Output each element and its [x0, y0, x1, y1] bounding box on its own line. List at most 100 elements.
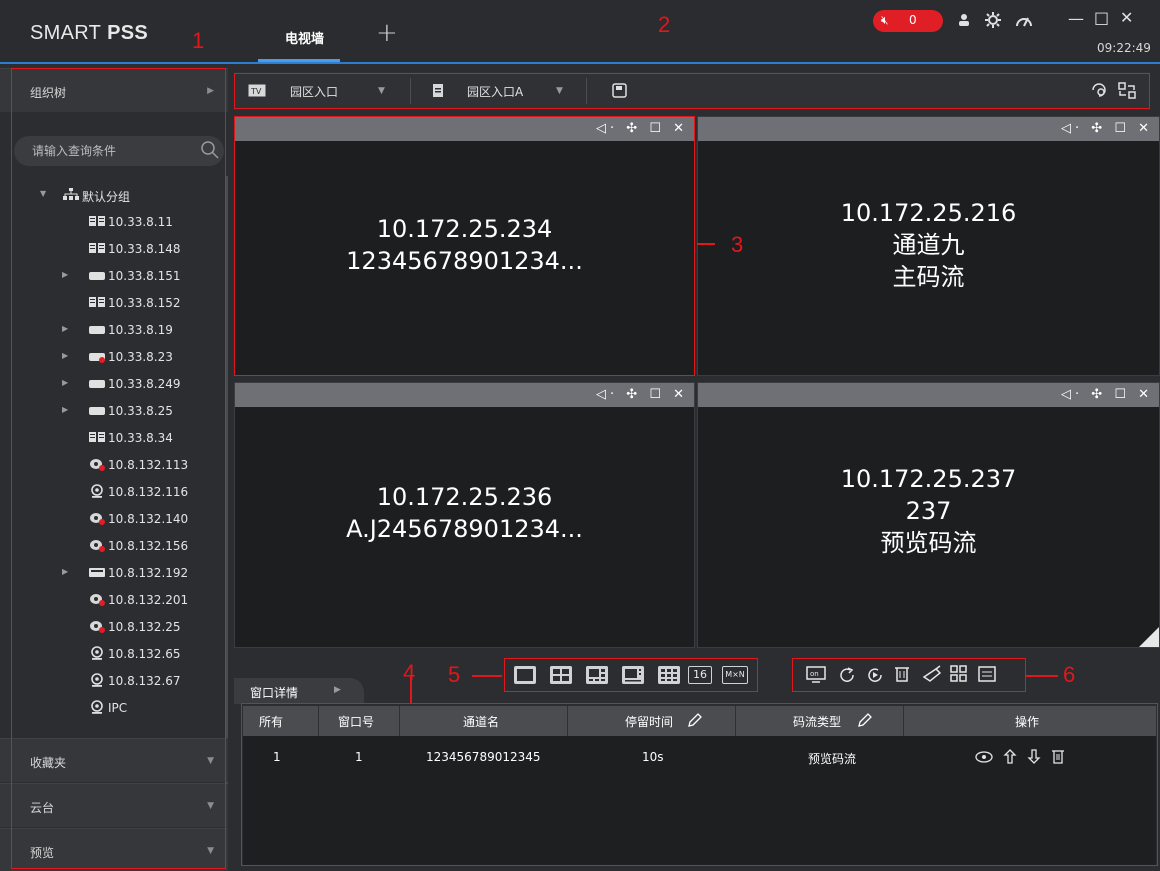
tree-device-item[interactable]: 10.33.8.148 — [0, 236, 228, 263]
tree-device-item[interactable]: ▶ 10.33.8.25 — [0, 398, 228, 425]
alarm-count: 0 — [909, 13, 917, 27]
layout-custom-button[interactable]: M×N — [722, 666, 748, 684]
save-icon[interactable] — [612, 83, 627, 98]
video-controls[interactable]: ◁· ✣ ☐ ✕ — [596, 121, 688, 136]
video-controls[interactable]: ◁· ✣ ☐ ✕ — [596, 387, 688, 402]
tree-device-item[interactable]: 10.8.132.116 — [0, 479, 228, 506]
chevron-right-icon[interactable]: ▶ — [62, 270, 68, 279]
col-dwell[interactable]: 停留时间 — [625, 713, 673, 730]
tree-device-item[interactable]: ▶ 10.33.8.249 — [0, 371, 228, 398]
ptz-header[interactable]: 云台 ▼ — [0, 783, 228, 827]
chevron-right-icon[interactable]: ▶ — [62, 324, 68, 333]
video-window-header: ◁· ✣ ☐ ✕ — [698, 117, 1159, 141]
chevron-right-icon[interactable]: ▶ — [62, 378, 68, 387]
org-tree-label: 组织树 — [30, 86, 67, 100]
wall-select[interactable]: 园区入口 — [290, 83, 338, 100]
plan-dropdown-icon[interactable]: ▼ — [556, 86, 563, 96]
tree-group-default[interactable]: ▼ 默认分组 — [0, 182, 228, 209]
move-up-icon[interactable] — [1003, 748, 1017, 764]
edit-pencil-icon[interactable] — [687, 712, 703, 728]
chevron-down-icon[interactable]: ▼ — [40, 189, 46, 198]
layout-1-button[interactable] — [514, 666, 536, 684]
col-stream[interactable]: 码流类型 — [793, 713, 841, 730]
clear-icon[interactable] — [922, 665, 942, 683]
divider — [903, 706, 904, 736]
layout-6-button[interactable] — [586, 666, 608, 684]
col-all[interactable]: 所有 — [259, 713, 283, 730]
performance-gauge-icon[interactable] — [1015, 12, 1033, 28]
tree-device-item[interactable]: 10.33.8.34 — [0, 425, 228, 452]
tree-device-item[interactable]: 10.8.132.65 — [0, 641, 228, 668]
col-channel[interactable]: 通道名 — [463, 713, 499, 730]
video-channel: 通道九 — [892, 231, 965, 259]
tree-device-item[interactable]: ▶ 10.33.8.151 — [0, 263, 228, 290]
search-input[interactable] — [32, 144, 182, 158]
chevron-right-icon[interactable]: ▶ — [62, 405, 68, 414]
close-button[interactable]: ✕ — [1120, 8, 1133, 27]
search-icon[interactable] — [200, 140, 220, 160]
play-cycle-icon[interactable] — [866, 666, 884, 684]
tree-device-label: 10.33.8.34 — [108, 431, 173, 445]
video-window-1[interactable]: ◁· ✣ ☐ ✕ 10.172.25.234 12345678901234... — [234, 116, 695, 376]
tree-device-item[interactable]: 10.8.132.113 — [0, 452, 228, 479]
layout-16-button[interactable]: 16 — [688, 666, 712, 684]
col-window[interactable]: 窗口号 — [338, 713, 374, 730]
video-window-3[interactable]: ◁· ✣ ☐ ✕ 10.172.25.236 A.J245678901234..… — [234, 382, 695, 648]
tree-device-item[interactable]: ▶ 10.8.132.192 — [0, 560, 228, 587]
divider — [735, 706, 736, 736]
plan-select[interactable]: 园区入口A — [467, 83, 523, 100]
tree-device-item[interactable]: ▶ 10.33.8.19 — [0, 317, 228, 344]
layout-8-button[interactable] — [622, 666, 644, 684]
tree-device-item[interactable]: 10.8.132.201 — [0, 587, 228, 614]
favorites-header[interactable]: 收藏夹 ▼ — [0, 738, 228, 782]
maximize-button[interactable]: □ — [1094, 8, 1109, 27]
dvr-offline-icon — [89, 353, 105, 363]
edit-pencil-icon[interactable] — [857, 712, 873, 728]
chevron-right-icon[interactable]: ▶ — [62, 351, 68, 360]
tree-device-label: IPC — [108, 701, 128, 715]
tree-device-item[interactable]: 10.8.132.25 — [0, 614, 228, 641]
wall-dropdown-icon[interactable]: ▼ — [378, 86, 385, 96]
tree-device-item[interactable]: 10.8.132.67 — [0, 668, 228, 695]
window-list-icon[interactable] — [978, 666, 996, 682]
gear-icon[interactable] — [985, 12, 1001, 28]
layout-4-button[interactable] — [550, 666, 572, 684]
move-down-icon[interactable] — [1027, 748, 1041, 764]
user-icon[interactable] — [957, 13, 971, 27]
tree-device-item[interactable]: IPC — [0, 695, 228, 722]
tree-device-item[interactable]: 10.8.132.156 — [0, 533, 228, 560]
layout-9-button[interactable] — [658, 666, 680, 684]
preview-header[interactable]: 预览 ▼ — [0, 828, 228, 871]
video-controls[interactable]: ◁· ✣ ☐ ✕ — [1061, 121, 1153, 136]
window-detail-tab[interactable]: 窗口详情 ▶ — [234, 678, 364, 704]
org-tree-header[interactable]: 组织树 ▶ — [0, 68, 228, 112]
tab-tv-wall[interactable]: 电视墙 — [285, 28, 324, 47]
screen-on-icon[interactable]: on — [806, 666, 826, 684]
add-tab-button[interactable]: + — [376, 18, 398, 48]
tree-device-item[interactable]: 10.33.8.152 — [0, 290, 228, 317]
divider — [567, 706, 568, 736]
split-screen-icon[interactable] — [950, 665, 968, 683]
search-box — [14, 136, 224, 166]
resize-corner-icon[interactable] — [1139, 627, 1159, 647]
tree-device-label: 10.8.132.67 — [108, 674, 181, 688]
switch-screen-icon[interactable] — [1118, 82, 1136, 99]
minimize-button[interactable]: — — [1068, 9, 1084, 28]
delete-icon[interactable] — [894, 665, 910, 683]
tree-scrollbar[interactable] — [226, 176, 228, 786]
tree-device-item[interactable]: 10.8.132.140 — [0, 506, 228, 533]
tree-device-item[interactable]: 10.33.8.11 — [0, 209, 228, 236]
video-window-4[interactable]: ◁· ✣ ☐ ✕ 10.172.25.237 237 预览码流 — [697, 382, 1160, 648]
video-window-2[interactable]: ◁· ✣ ☐ ✕ 10.172.25.216 通道九 主码流 — [697, 116, 1160, 376]
tree-device-label: 10.33.8.148 — [108, 242, 181, 256]
chevron-right-icon[interactable]: ▶ — [62, 567, 68, 576]
alarm-badge[interactable]: 🔇︎ 0 — [873, 10, 943, 32]
sync-settings-icon[interactable] — [1090, 81, 1108, 99]
plan-icon — [433, 84, 443, 97]
eye-icon[interactable] — [975, 750, 993, 764]
refresh-icon[interactable] — [838, 666, 856, 684]
delete-row-icon[interactable] — [1051, 748, 1065, 764]
tree-device-item[interactable]: ▶ 10.33.8.23 — [0, 344, 228, 371]
video-controls[interactable]: ◁· ✣ ☐ ✕ — [1061, 387, 1153, 402]
divider — [318, 706, 319, 736]
